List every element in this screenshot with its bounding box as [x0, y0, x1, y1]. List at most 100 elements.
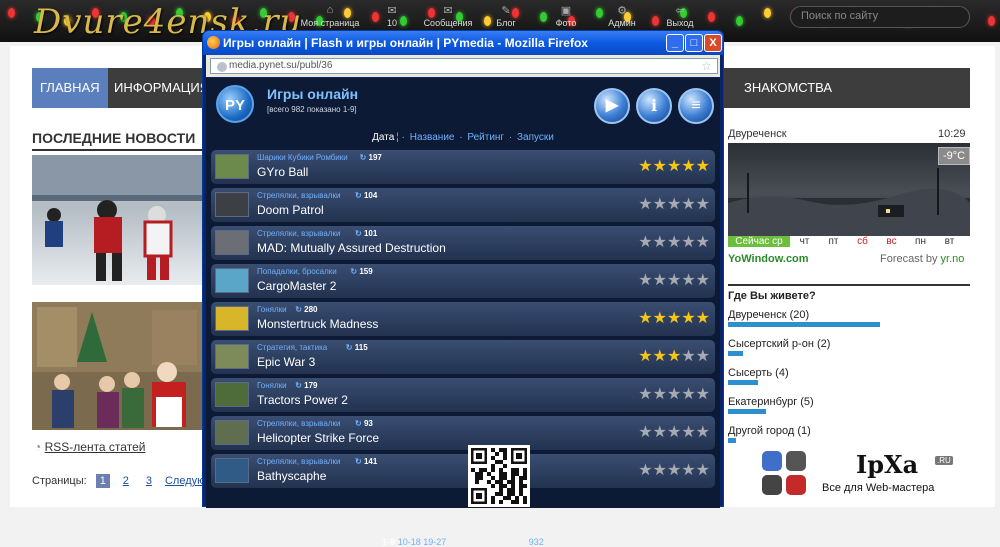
- star-icon[interactable]: ★: [667, 462, 681, 479]
- url-input[interactable]: media.pynet.su/publ/36 ☆: [210, 58, 718, 74]
- weather-day[interactable]: пн: [906, 236, 935, 247]
- top-nav-item[interactable]: ▣ Фото: [536, 4, 596, 28]
- star-icon[interactable]: ★: [653, 348, 667, 365]
- pymedia-logo[interactable]: PY: [216, 85, 254, 123]
- rating-stars[interactable]: ★★★★★: [638, 232, 710, 252]
- star-icon[interactable]: ★: [653, 196, 667, 213]
- rating-stars[interactable]: ★★★★★: [638, 346, 710, 366]
- star-icon[interactable]: ★: [653, 386, 667, 403]
- star-icon[interactable]: ★: [696, 272, 710, 289]
- nav-item-info[interactable]: ИНФОРМАЦИЯ: [106, 68, 217, 108]
- star-icon[interactable]: ★: [681, 386, 695, 403]
- star-icon[interactable]: ★: [681, 158, 695, 175]
- star-icon[interactable]: ★: [638, 424, 652, 441]
- game-name[interactable]: Tractors Power 2: [257, 393, 348, 407]
- star-icon[interactable]: ★: [667, 386, 681, 403]
- game-category[interactable]: Стрелялки, взрывалки: [257, 229, 340, 238]
- star-icon[interactable]: ★: [667, 424, 681, 441]
- sort-rating[interactable]: Рейтинг: [467, 132, 504, 143]
- star-icon[interactable]: ★: [681, 310, 695, 327]
- play-icon[interactable]: ▶: [594, 88, 630, 124]
- star-icon[interactable]: ★: [696, 310, 710, 327]
- game-category[interactable]: Стрелялки, взрывалки: [257, 419, 340, 428]
- sort-date[interactable]: Дата: [372, 132, 394, 143]
- weather-day-now[interactable]: Сейчас ср: [728, 236, 790, 247]
- rating-stars[interactable]: ★★★★★: [638, 422, 710, 442]
- menu-icon[interactable]: ≡: [678, 88, 714, 124]
- game-row[interactable]: Попадалки, бросалки ↻ 159 CargoMaster 2 ★★★…: [211, 264, 715, 298]
- game-row[interactable]: Шарики Кубики Ромбики ↻ 197 GYro Ball ★★★★★: [211, 150, 715, 184]
- weather-day[interactable]: пт: [819, 236, 848, 247]
- star-icon[interactable]: ★: [681, 196, 695, 213]
- minimize-button[interactable]: _: [666, 34, 684, 52]
- top-nav-item[interactable]: ⌂ Моя страница: [300, 4, 360, 28]
- star-icon[interactable]: ★: [638, 462, 652, 479]
- game-name[interactable]: Helicopter Strike Force: [257, 431, 379, 445]
- game-category[interactable]: Гонялки: [257, 305, 287, 314]
- star-icon[interactable]: ★: [681, 234, 695, 251]
- weather-day[interactable]: чт: [790, 236, 819, 247]
- star-icon[interactable]: ★: [667, 272, 681, 289]
- game-thumbnail[interactable]: [215, 344, 249, 369]
- star-icon[interactable]: ★: [638, 386, 652, 403]
- star-icon[interactable]: ★: [653, 462, 667, 479]
- star-icon[interactable]: ★: [653, 310, 667, 327]
- game-category[interactable]: Стрелялки, взрывалки: [257, 457, 340, 466]
- star-icon[interactable]: ★: [696, 462, 710, 479]
- game-category[interactable]: Попадалки, бросалки: [257, 267, 337, 276]
- star-icon[interactable]: ★: [696, 386, 710, 403]
- star-icon[interactable]: ★: [638, 310, 652, 327]
- rating-stars[interactable]: ★★★★★: [638, 156, 710, 176]
- game-thumbnail[interactable]: [215, 230, 249, 255]
- game-name[interactable]: MAD: Mutually Assured Destruction: [257, 241, 446, 255]
- news-photo-newyear[interactable]: [32, 302, 202, 430]
- star-icon[interactable]: ★: [638, 158, 652, 175]
- page-link-3[interactable]: 3: [142, 475, 156, 487]
- star-icon[interactable]: ★: [696, 424, 710, 441]
- page-link[interactable]: 10-18: [398, 537, 421, 547]
- top-nav-item[interactable]: ✉ Сообщения: [418, 4, 478, 28]
- star-icon[interactable]: ★: [653, 158, 667, 175]
- close-button[interactable]: X: [704, 34, 722, 52]
- game-name[interactable]: Epic War 3: [257, 355, 315, 369]
- nav-item-home[interactable]: ГЛАВНАЯ: [32, 68, 108, 108]
- star-icon[interactable]: ★: [638, 272, 652, 289]
- game-thumbnail[interactable]: [215, 382, 249, 407]
- star-icon[interactable]: ★: [653, 424, 667, 441]
- weather-day[interactable]: вс: [877, 236, 906, 247]
- game-thumbnail[interactable]: [215, 458, 249, 483]
- game-row[interactable]: Стрелялки, взрывалки ↻ 93 Helicopter Strik…: [211, 416, 715, 450]
- window-titlebar[interactable]: Игры онлайн | Flash и игры онлайн | PYme…: [203, 31, 723, 55]
- forecast-source-link[interactable]: yr.no: [941, 253, 965, 265]
- game-row[interactable]: Гонялки ↻ 179 Tractors Power 2 ★★★★★: [211, 378, 715, 412]
- star-icon[interactable]: ★: [653, 234, 667, 251]
- game-thumbnail[interactable]: [215, 154, 249, 179]
- game-row[interactable]: Стрелялки, взрывалки ↻ 104 Doom Patrol ★★★★…: [211, 188, 715, 222]
- star-icon[interactable]: ★: [638, 234, 652, 251]
- star-icon[interactable]: ★: [696, 196, 710, 213]
- search-input[interactable]: Поиск по сайту: [790, 6, 970, 28]
- game-name[interactable]: GYro Ball: [257, 165, 308, 179]
- star-icon[interactable]: ★: [667, 196, 681, 213]
- rating-stars[interactable]: ★★★★★: [638, 384, 710, 404]
- game-category[interactable]: Стрелялки, взрывалки: [257, 191, 340, 200]
- game-row[interactable]: Стратегия, тактика ↻ 115 Epic War 3 ★★★★★: [211, 340, 715, 374]
- page-link-last[interactable]: 932: [529, 537, 544, 547]
- game-thumbnail[interactable]: [215, 420, 249, 445]
- rating-stars[interactable]: ★★★★★: [638, 270, 710, 290]
- top-nav-item[interactable]: ✎ Блог: [476, 4, 536, 28]
- rss-link[interactable]: ◔ RSS-лента статей: [34, 440, 145, 454]
- sort-name[interactable]: Название: [410, 132, 455, 143]
- weather-day[interactable]: сб: [848, 236, 877, 247]
- news-photo-hockey[interactable]: [32, 155, 202, 285]
- game-row[interactable]: Стрелялки, взрывалки ↻ 141 Bathyscaphe ★★★★…: [211, 454, 715, 488]
- weather-day[interactable]: вт: [935, 236, 964, 247]
- weather-scene[interactable]: [728, 143, 970, 236]
- star-icon[interactable]: ★: [696, 158, 710, 175]
- ipxa-logo[interactable]: IpXa: [856, 450, 918, 479]
- star-icon[interactable]: ★: [696, 348, 710, 365]
- top-nav-item[interactable]: ✉ 10: [362, 4, 422, 28]
- game-category[interactable]: Стратегия, тактика: [257, 343, 327, 352]
- maximize-button[interactable]: □: [685, 34, 703, 52]
- top-nav-item[interactable]: ⚙ Админ: [592, 4, 652, 28]
